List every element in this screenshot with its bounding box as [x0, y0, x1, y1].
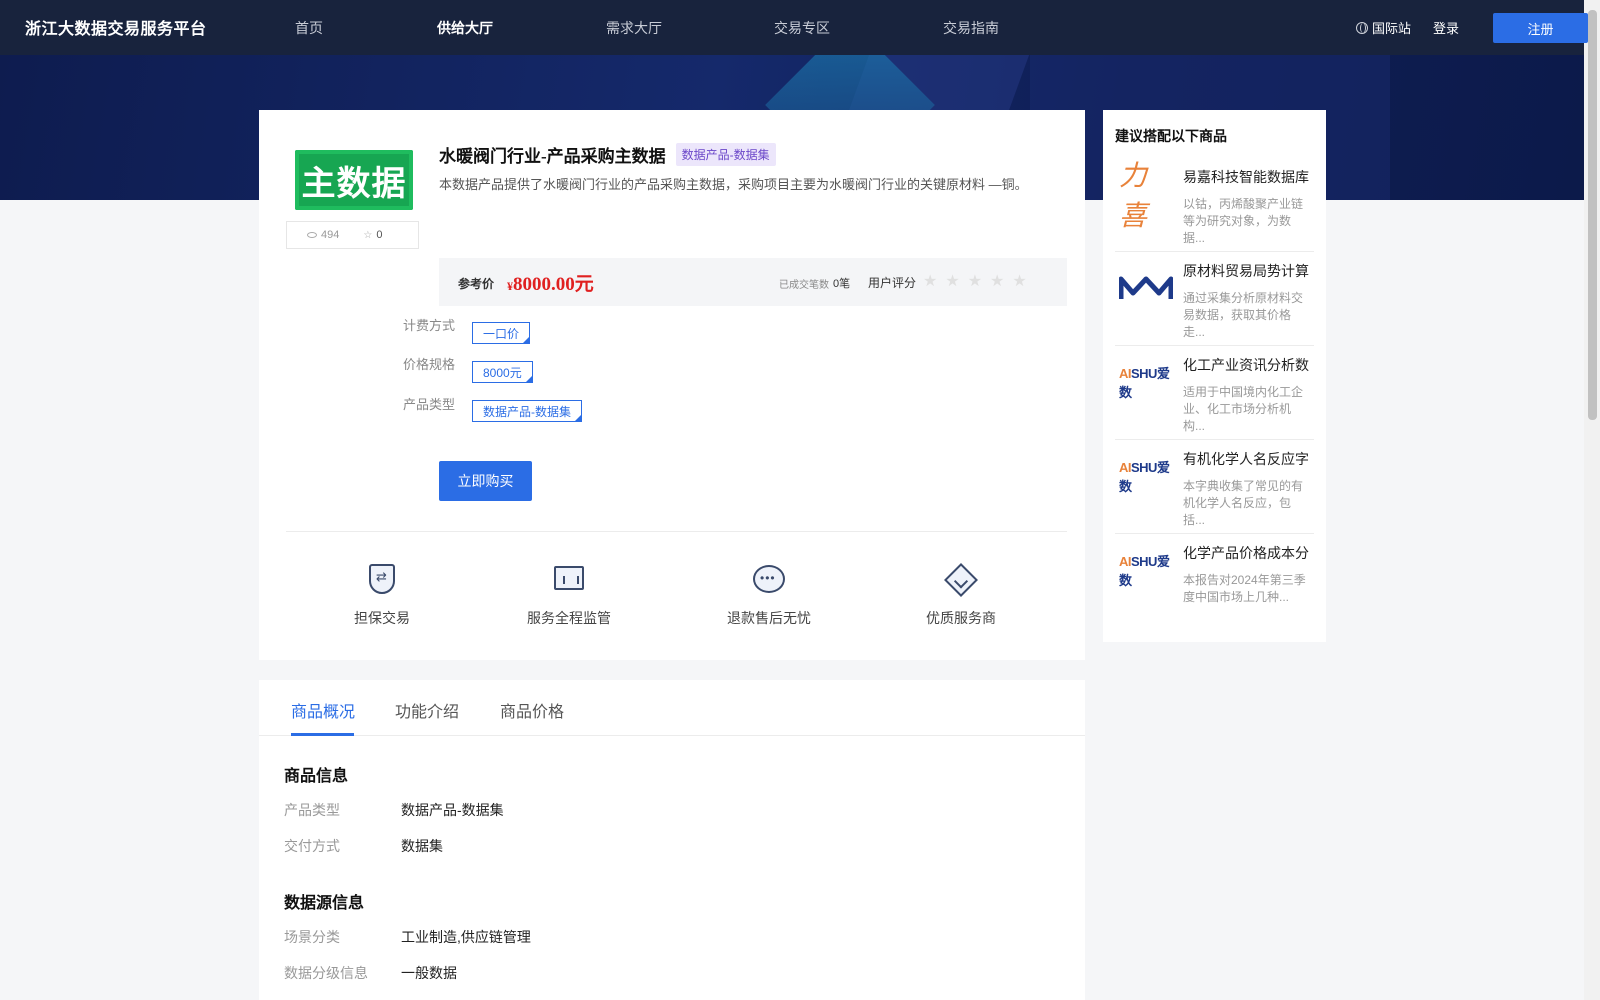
- favorite-count-value: 0: [376, 229, 383, 241]
- details-card: 商品概况 功能介绍 商品价格 商品信息 产品类型 数据产品-数据集 交付方式 数…: [259, 680, 1085, 1000]
- aishu-logo: AISHU爱数: [1119, 460, 1170, 494]
- recommendation-item[interactable]: 原材料贸易局势计算 通过采集分析原材料交易数据，获取其价格走...: [1115, 252, 1314, 346]
- product-logo: 主数据: [295, 150, 413, 210]
- nav-home[interactable]: 首页: [295, 18, 323, 38]
- price-spec-label: 价格规格: [403, 357, 456, 372]
- recommendation-desc: 通过采集分析原材料交易数据，获取其价格走...: [1183, 291, 1304, 339]
- aishu-logo: AISHU爱数: [1119, 366, 1170, 400]
- recommendation-item[interactable]: 力喜 易嘉科技智能数据库 以钴，丙烯酸聚产业链等为研究对象，为数据...: [1115, 158, 1314, 252]
- recommendations-panel: 建议搭配以下商品 力喜 易嘉科技智能数据库 以钴，丙烯酸聚产业链等为研究对象，为…: [1103, 110, 1326, 642]
- section-title-data-source: 数据源信息: [284, 895, 365, 912]
- international-site-label: 国际站: [1372, 21, 1412, 36]
- buy-now-button[interactable]: 立即购买: [439, 461, 532, 501]
- scrollbar-thumb[interactable]: [1588, 10, 1597, 420]
- tab-overview[interactable]: 商品概况: [291, 698, 355, 722]
- product-logo-image: 主数据: [295, 150, 413, 210]
- reference-price-label: 参考价: [458, 277, 495, 291]
- nav-trade-guide[interactable]: 交易指南: [943, 18, 999, 38]
- star-icon: ★: [923, 273, 938, 290]
- product-title: 水暖阀门行业-产品采购主数据: [439, 147, 666, 166]
- rating-label: 用户评分: [868, 276, 917, 290]
- feature-quality-provider: 优质服务商: [901, 562, 1021, 628]
- nav-trade-zone[interactable]: 交易专区: [774, 18, 830, 38]
- top-header: 浙江大数据交易服务平台 首页 供给大厅 需求大厅 交易专区 交易指南 国际站 登…: [0, 0, 1588, 55]
- title-row: 水暖阀门行业-产品采购主数据 数据产品-数据集: [439, 142, 776, 167]
- product-type-option[interactable]: 数据产品-数据集: [472, 400, 582, 422]
- star-icon: ★: [990, 273, 1005, 290]
- info-value: 一般数据: [401, 965, 457, 981]
- info-value: 数据集: [401, 838, 443, 854]
- site-brand[interactable]: 浙江大数据交易服务平台: [25, 15, 207, 39]
- recommendation-desc: 以钴，丙烯酸聚产业链等为研究对象，为数据...: [1183, 197, 1304, 245]
- favorite-count[interactable]: ☆ 0: [363, 229, 382, 241]
- chat-bubble-icon: [751, 562, 787, 598]
- billing-method-label: 计费方式: [403, 318, 456, 333]
- feature-refund-aftersales: 退款售后无忧: [709, 562, 829, 628]
- globe-icon: [1356, 21, 1368, 34]
- star-outline-icon: ☆: [363, 229, 373, 241]
- feature-label: 服务全程监管: [527, 610, 611, 626]
- billing-method-option[interactable]: 一口价: [472, 322, 531, 344]
- price-spec-option[interactable]: 8000元: [472, 361, 533, 383]
- tab-pricing[interactable]: 商品价格: [500, 698, 564, 722]
- star-icon: ★: [1012, 273, 1027, 290]
- diamond-icon: [943, 562, 979, 598]
- recommendation-desc: 本报告对2024年第三季度中国市场上几种...: [1183, 573, 1306, 604]
- info-value: 工业制造,供应链管理: [401, 929, 531, 945]
- feature-label: 优质服务商: [926, 610, 996, 626]
- recommendation-item[interactable]: AISHU爱数 有机化学人名反应字 本字典收集了常见的有机化学人名反应，包括..…: [1115, 440, 1314, 534]
- product-type-label: 产品类型: [403, 397, 456, 412]
- nav-supply-hall[interactable]: 供给大厅: [437, 18, 493, 38]
- tab-features[interactable]: 功能介绍: [395, 698, 459, 722]
- page-scrollbar[interactable]: [1584, 0, 1600, 1000]
- deals-value: 0笔: [833, 278, 851, 290]
- price-value: ¥8000.00元: [507, 269, 594, 296]
- shield-exchange-icon: [364, 562, 400, 598]
- view-count: 494: [307, 229, 339, 241]
- view-count-value: 494: [321, 229, 340, 241]
- info-label: 交付方式: [284, 838, 340, 854]
- divider: [286, 531, 1067, 532]
- recommendation-item[interactable]: AISHU爱数 化工产业资讯分析数 适用于中国境内化工企业、化工市场分析机构..…: [1115, 346, 1314, 440]
- product-category-tag: 数据产品-数据集: [675, 143, 776, 166]
- aishu-logo: AISHU爱数: [1119, 554, 1170, 588]
- deals-label: 已成交笔数: [779, 280, 829, 291]
- recommendations-title: 建议搭配以下商品: [1115, 128, 1227, 144]
- info-label: 数据分级信息: [284, 965, 368, 981]
- info-label: 场景分类: [284, 929, 340, 945]
- star-icon: ★: [967, 273, 983, 290]
- recommendation-item[interactable]: AISHU爱数 化学产品价格成本分 本报告对2024年第三季度中国市场上几种..…: [1115, 534, 1314, 628]
- feature-label: 担保交易: [354, 610, 410, 626]
- price-amount: 8000.00元: [513, 274, 594, 295]
- star-icon: ★: [945, 273, 960, 290]
- register-button[interactable]: 注册: [1493, 13, 1588, 43]
- recommendation-desc: 适用于中国境内化工企业、化工市场分析机构...: [1183, 385, 1304, 433]
- active-tab-indicator: [291, 733, 354, 736]
- product-description: 本数据产品提供了水暖阀门行业的产品采购主数据，采购项目主要为水暖阀门行业的关键原…: [439, 177, 1028, 192]
- section-title-product-info: 商品信息: [284, 768, 349, 785]
- recommendation-desc: 本字典收集了常见的有机化学人名反应，包括...: [1183, 479, 1304, 527]
- yijia-logo: 力喜: [1119, 159, 1148, 232]
- product-stats: 494 ☆ 0: [286, 221, 419, 249]
- monitor-chart-icon: [551, 562, 587, 598]
- detail-tabs: 商品概况 功能介绍 商品价格: [259, 680, 1085, 736]
- price-bar: 参考价 ¥8000.00元 已成交笔数 0笔 用户评分 ★ ★ ★ ★ ★: [439, 258, 1067, 306]
- molecule-logo: [1118, 266, 1174, 310]
- eye-icon: [307, 232, 317, 238]
- feature-label: 退款售后无忧: [727, 610, 811, 626]
- login-link[interactable]: 登录: [1433, 18, 1459, 37]
- rating-stars: ★ ★ ★ ★ ★: [923, 271, 1027, 291]
- feature-full-supervision: 服务全程监管: [509, 562, 629, 628]
- nav-demand-hall[interactable]: 需求大厅: [606, 18, 662, 38]
- info-value: 数据产品-数据集: [401, 802, 504, 818]
- feature-guaranteed-trade: 担保交易: [322, 562, 442, 628]
- international-site-link[interactable]: 国际站: [1356, 18, 1411, 37]
- info-label: 产品类型: [284, 802, 340, 818]
- product-card: 主数据 494 ☆ 0 水暖阀门行业-产品采购主数据 数据产品-数据集 本数据产…: [259, 110, 1085, 660]
